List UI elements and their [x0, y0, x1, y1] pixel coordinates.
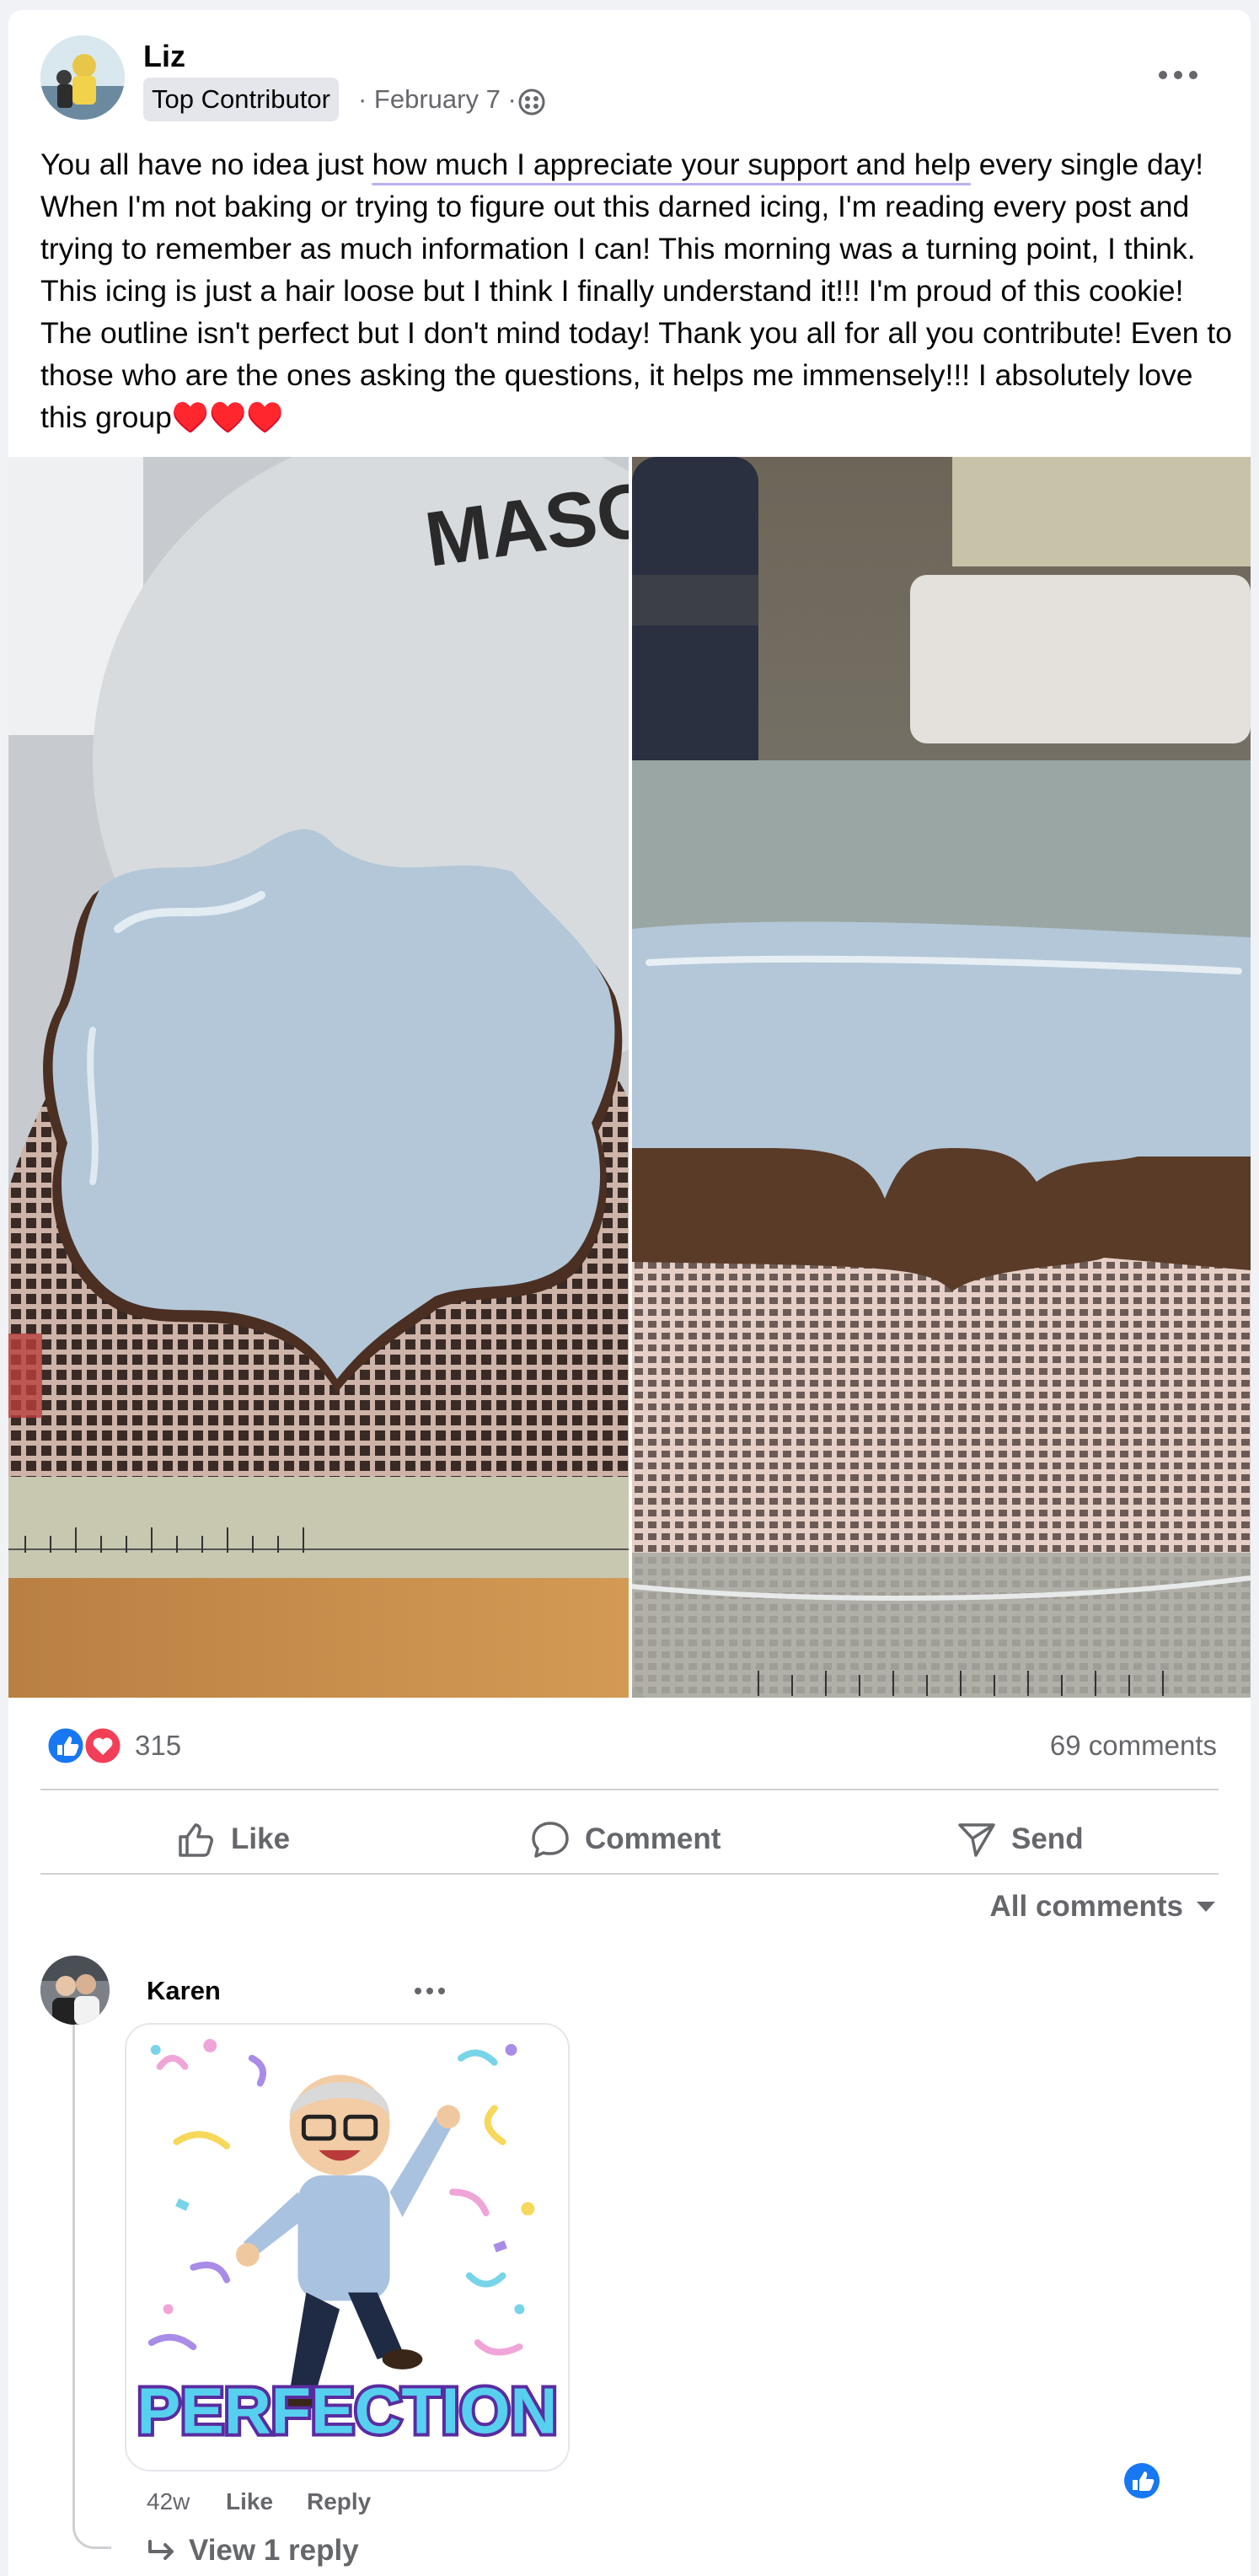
post-date[interactable]: · February 7 ·	[358, 81, 517, 118]
divider-bottom	[40, 1873, 1219, 1875]
post-text: You all have no idea just how much I app…	[40, 143, 1237, 438]
view-replies-label: View 1 reply	[189, 2534, 359, 2567]
like-label: Like	[231, 1822, 291, 1855]
comment-bubble-icon	[532, 1822, 569, 1858]
author-avatar[interactable]	[40, 35, 125, 120]
caret-down-icon	[1197, 1902, 1215, 1912]
more-icon[interactable]	[1155, 62, 1202, 88]
like-button[interactable]: Like	[175, 1806, 290, 1873]
reaction-count[interactable]: 315	[135, 1726, 181, 1765]
comment-thread-line	[72, 2025, 111, 2549]
commenter-avatar[interactable]	[40, 1956, 110, 2025]
comment-count[interactable]: 69 comments	[1050, 1726, 1217, 1765]
send-icon	[958, 1823, 995, 1857]
comment-label: Comment	[585, 1822, 721, 1855]
send-label: Send	[1011, 1822, 1084, 1855]
comment-reply-button[interactable]: Reply	[307, 2488, 371, 2515]
post-text-highlight: how much I appreciate your support and h…	[372, 148, 971, 181]
globe-icon	[518, 89, 545, 115]
post-photo-top-view[interactable]: MASO	[8, 457, 629, 1698]
comment-like-reaction-icon[interactable]	[1119, 2458, 1165, 2504]
comment-timestamp[interactable]: 42w	[147, 2488, 190, 2515]
post-card: Liz Top Contributor · February 7 · You a…	[8, 10, 1251, 2576]
reactions-summary-icons[interactable]	[42, 1725, 126, 1767]
view-replies-button[interactable]: View 1 reply	[147, 2534, 359, 2568]
sticker-text: PERFECTION	[137, 2375, 558, 2447]
divider-top	[40, 1789, 1219, 1790]
post-photo-side-view[interactable]	[632, 457, 1251, 1698]
comment-more-icon[interactable]	[411, 1983, 448, 1999]
send-button[interactable]: Send	[956, 1806, 1084, 1873]
post-author-name[interactable]: Liz	[143, 39, 185, 74]
comment-button[interactable]: Comment	[529, 1806, 721, 1873]
post-text-start: You all have no idea just	[40, 148, 372, 181]
reply-arrow-icon	[148, 2540, 174, 2560]
thumbs-up-icon	[179, 1823, 213, 1857]
comment-filter-label: All comments	[989, 1890, 1184, 1923]
comment-filter-dropdown[interactable]: All comments	[990, 1890, 1218, 1924]
top-contributor-badge[interactable]: Top Contributor	[143, 78, 339, 121]
commenter-name[interactable]: Karen	[147, 1976, 221, 2006]
comment-like-button[interactable]: Like	[226, 2488, 273, 2515]
post-text-end: every single day! When I'm not baking or…	[40, 148, 1232, 434]
comment-sticker[interactable]: PERFECTION	[125, 2023, 570, 2471]
